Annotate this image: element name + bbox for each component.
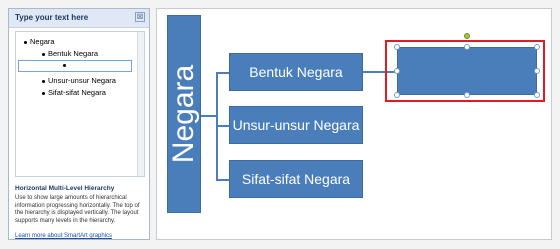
list-item[interactable]: Sifat-sifat Negara [48,88,106,97]
selected-list-item[interactable] [18,60,132,72]
smartart-canvas[interactable]: Negara Bentuk Negara Unsur-unsur Negara … [156,8,552,240]
list-item[interactable]: Negara [30,37,55,46]
diagram-title-shape[interactable]: Negara [167,15,201,213]
layout-description: Use to show large amounts of hierarchica… [15,195,140,224]
highlight-rectangle [385,40,545,102]
text-pane-title: Type your text here [15,13,89,22]
diagram-node[interactable]: Unsur-unsur Negara [229,106,363,144]
bullet-icon [63,64,66,67]
text-pane-header: Type your text here ☒ [9,9,149,28]
list-item[interactable]: Bentuk Negara [48,49,98,58]
learn-more-link[interactable]: Learn more about SmartArt graphics [15,233,112,239]
connector-line [216,179,229,181]
bullet-icon [24,41,27,44]
connector-line [201,115,217,117]
diagram-title-text: Negara [167,64,200,164]
connector-line [216,72,229,74]
close-icon[interactable]: ☒ [135,12,145,22]
smartart-text-pane: Type your text here ☒ Negara Bentuk Nega… [8,8,150,240]
connector-line [216,125,229,127]
bullet-icon [42,80,45,83]
bullet-icon [42,92,45,95]
bullet-icon [42,53,45,56]
text-pane-list[interactable]: Negara Bentuk Negara Unsur-unsur Negara … [15,31,145,177]
rotate-handle[interactable] [464,33,470,39]
diagram-node[interactable]: Bentuk Negara [229,53,363,91]
list-item[interactable]: Unsur-unsur Negara [48,76,116,85]
diagram-node[interactable]: Sifat-sifat Negara [229,160,363,198]
scrollbar[interactable] [137,32,144,176]
layout-description-title: Horizontal Multi-Level Hierarchy [15,185,115,192]
